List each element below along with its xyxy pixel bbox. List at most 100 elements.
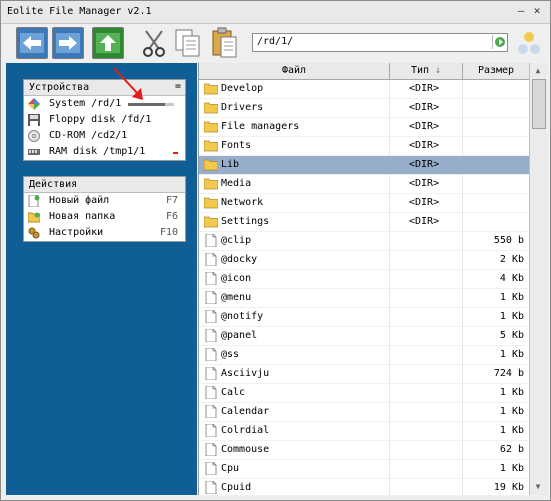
column-header-size[interactable]: Размер <box>463 65 529 76</box>
file-name: File managers <box>221 121 300 132</box>
file-size: 1 Kb <box>499 292 524 303</box>
table-row[interactable]: @icon 4 Kb <box>199 270 529 289</box>
shortcut-key: F10 <box>159 227 178 238</box>
table-row[interactable]: Asciivju 724 b <box>199 365 529 384</box>
up-button[interactable] <box>92 27 124 59</box>
scroll-up-icon[interactable]: ▲ <box>532 65 544 77</box>
file-icon <box>205 291 217 304</box>
action-new-file[interactable]: Новый файл F7 <box>24 193 185 209</box>
table-header: Файл Тип ↓ Размер <box>199 63 529 80</box>
table-row[interactable]: Cpu 1 Kb <box>199 460 529 479</box>
scrollbar-thumb[interactable] <box>532 79 546 129</box>
file-name: @clip <box>221 235 252 246</box>
column-header-type[interactable]: Тип ↓ <box>390 65 462 76</box>
vertical-scrollbar[interactable]: ▲ ▼ <box>529 63 547 495</box>
file-list: Файл Тип ↓ Размер Develop <DIR> Drivers <DI… <box>198 63 529 495</box>
file-name: Calendar <box>221 406 270 417</box>
actions-panel: Действия Новый файл F7 Новая папка F6 На… <box>23 176 186 242</box>
title-bar: Eolite File Manager v2.1 – ✕ <box>1 1 550 24</box>
shortcut-key: F6 <box>165 211 178 222</box>
table-row[interactable]: Lib <DIR> <box>199 156 529 175</box>
file-icon <box>205 405 217 418</box>
file-type: <DIR> <box>409 121 440 132</box>
table-row[interactable]: Fonts <DIR> <box>199 137 529 156</box>
file-type: <DIR> <box>409 140 440 151</box>
scroll-down-icon[interactable]: ▼ <box>532 481 544 493</box>
file-name: @menu <box>221 292 252 303</box>
folder-icon <box>204 178 218 190</box>
file-name: Network <box>221 197 264 208</box>
table-row[interactable]: Develop <DIR> <box>199 80 529 99</box>
table-row[interactable]: Calc 1 Kb <box>199 384 529 403</box>
arrow-right-icon <box>56 33 80 53</box>
file-name: Fonts <box>221 140 252 151</box>
file-icon <box>205 234 217 247</box>
folder-icon <box>204 216 218 228</box>
play-icon <box>495 37 505 47</box>
cut-icon[interactable] <box>141 29 167 60</box>
file-name: Colrdial <box>221 425 270 436</box>
device-floppy[interactable]: Floppy disk /fd/1 <box>24 112 185 128</box>
table-row[interactable]: @panel 5 Kb <box>199 327 529 346</box>
table-row[interactable]: Colrdial 1 Kb <box>199 422 529 441</box>
column-header-type-label: Тип <box>410 65 429 76</box>
action-settings[interactable]: Настройки F10 <box>24 225 185 241</box>
device-system[interactable]: System /rd/1 <box>24 96 185 112</box>
ram-usage-indicator <box>173 152 178 154</box>
file-size: 2 Kb <box>499 254 524 265</box>
actions-title: Действия <box>29 179 78 190</box>
file-icon <box>205 253 217 266</box>
file-icon <box>205 272 217 285</box>
file-size: 1 Kb <box>499 387 524 398</box>
table-row[interactable]: Settings <DIR> <box>199 213 529 232</box>
table-row[interactable]: Network <DIR> <box>199 194 529 213</box>
action-new-folder[interactable]: Новая папка F6 <box>24 209 185 225</box>
file-size: 550 b <box>493 235 524 246</box>
table-row[interactable]: Commouse 62 b <box>199 441 529 460</box>
table-row[interactable]: Drivers <DIR> <box>199 99 529 118</box>
devices-title: Устройства <box>29 82 90 93</box>
action-label: Настройки <box>49 227 104 238</box>
table-row[interactable]: @clip 550 b <box>199 232 529 251</box>
file-size: 19 Kb <box>493 482 524 493</box>
table-row[interactable]: @docky 2 Kb <box>199 251 529 270</box>
go-button[interactable] <box>492 35 507 49</box>
file-name: Cpuid <box>221 482 252 493</box>
table-row[interactable]: Media <DIR> <box>199 175 529 194</box>
file-name: Commouse <box>221 444 270 455</box>
path-input[interactable]: /rd/1/ <box>252 33 508 52</box>
file-name: Settings <box>221 216 270 227</box>
copy-icon[interactable] <box>174 28 202 61</box>
paste-icon[interactable] <box>211 27 239 62</box>
table-row[interactable]: Cpuid 19 Kb <box>199 479 529 495</box>
file-size: 4 Kb <box>499 273 524 284</box>
table-row[interactable]: @notify 1 Kb <box>199 308 529 327</box>
settings-balls-icon[interactable] <box>515 30 543 61</box>
device-label: RAM disk /tmp1/1 <box>49 146 146 157</box>
new-folder-icon <box>28 212 40 223</box>
file-name: @notify <box>221 311 264 322</box>
devices-panel: Устройства = System /rd/1 Floppy disk /f… <box>23 79 186 161</box>
table-row[interactable]: @ss 1 Kb <box>199 346 529 365</box>
minimize-icon[interactable]: – <box>515 5 527 17</box>
table-row[interactable]: Calendar 1 Kb <box>199 403 529 422</box>
forward-button[interactable] <box>52 27 84 59</box>
device-cdrom[interactable]: CD-ROM /cd2/1 <box>24 128 185 144</box>
device-ramdisk[interactable]: RAM disk /tmp1/1 <box>24 144 185 160</box>
panel-menu-icon[interactable]: = <box>175 81 181 92</box>
column-header-name[interactable]: Файл <box>199 65 389 76</box>
file-size: 1 Kb <box>499 311 524 322</box>
new-file-icon <box>28 195 40 207</box>
devices-header: Устройства = <box>24 80 185 96</box>
table-row[interactable]: File managers <DIR> <box>199 118 529 137</box>
sort-arrow-icon: ↓ <box>435 65 442 76</box>
device-label: Floppy disk /fd/1 <box>49 114 152 125</box>
file-type: <DIR> <box>409 197 440 208</box>
file-name: @icon <box>221 273 252 284</box>
file-icon <box>205 348 217 361</box>
device-label: CD-ROM /cd2/1 <box>49 130 128 141</box>
table-row[interactable]: @menu 1 Kb <box>199 289 529 308</box>
close-icon[interactable]: ✕ <box>531 5 543 17</box>
file-icon <box>205 386 217 399</box>
back-button[interactable] <box>16 27 48 59</box>
